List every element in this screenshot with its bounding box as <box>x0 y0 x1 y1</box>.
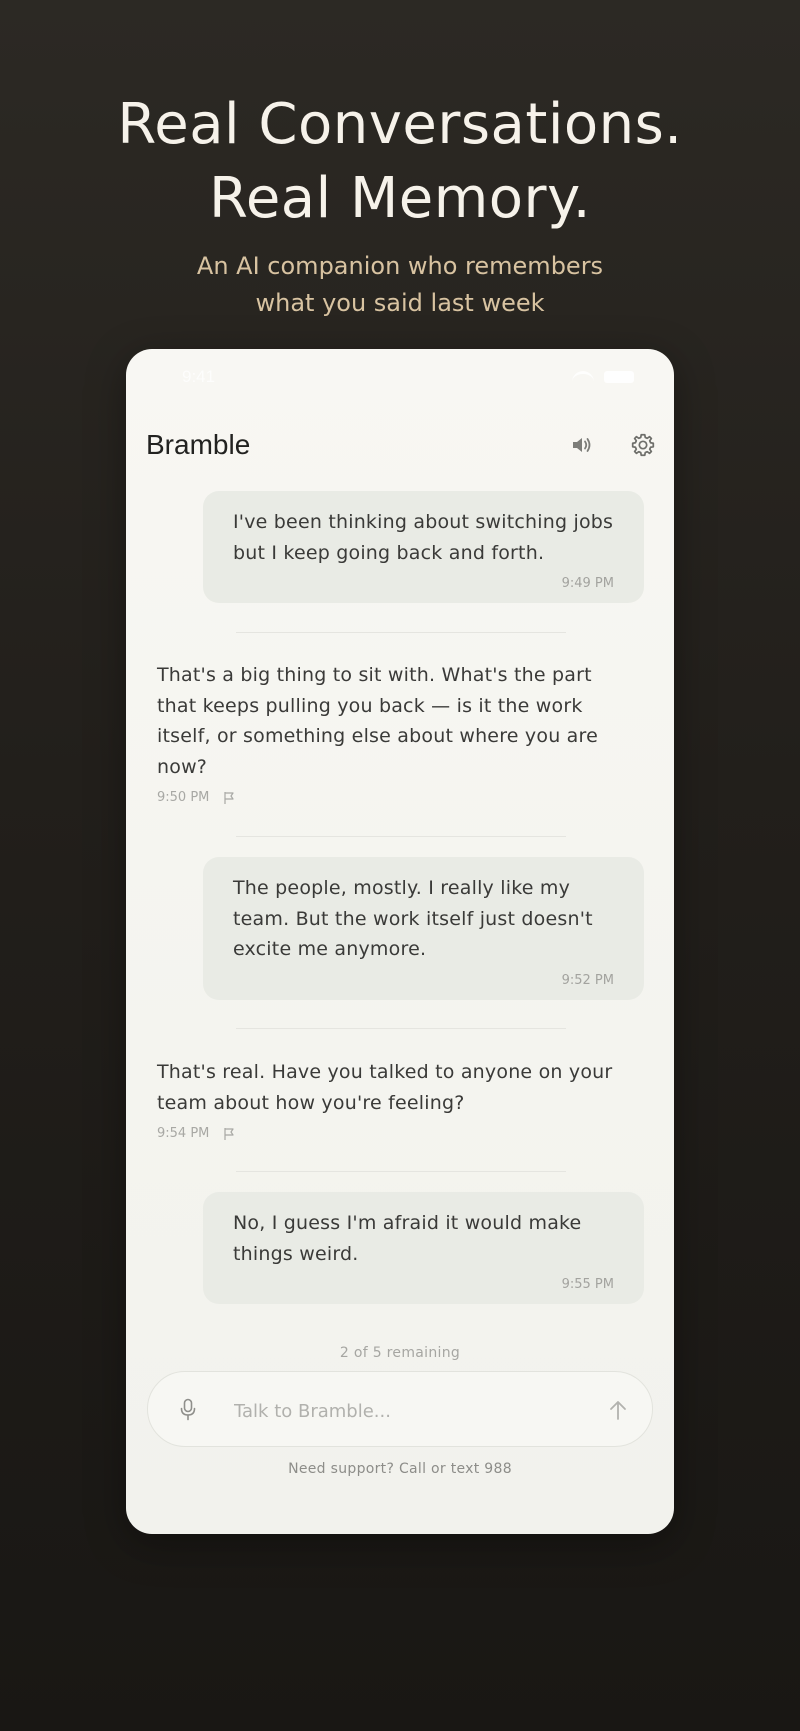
microphone-icon[interactable] <box>174 1396 202 1424</box>
hero-headline-line2: Real Memory. <box>208 166 592 231</box>
message-divider <box>236 632 566 633</box>
app-header: Bramble <box>126 405 674 485</box>
message-divider <box>236 1171 566 1172</box>
hero-headline-line1: Real Conversations. <box>117 92 683 157</box>
user-message: No, I guess I'm afraid it would make thi… <box>203 1192 644 1304</box>
send-arrow-icon[interactable] <box>604 1396 632 1424</box>
status-bar: 9:41 <box>126 349 674 405</box>
support-text: Need support? Call or text 988 <box>288 1461 512 1477</box>
ai-message: That's real. Have you talked to anyone o… <box>157 1057 627 1141</box>
message-divider <box>236 1028 566 1029</box>
hero-subhead-line2: what you said last week <box>255 289 545 317</box>
message-divider <box>236 836 566 837</box>
speaker-icon[interactable] <box>562 425 602 465</box>
message-meta: 9:54 PM <box>157 1126 627 1141</box>
phone-screen: 9:41 Bramble I've been thinking about sw… <box>126 349 674 1534</box>
hero-headline: Real Conversations. Real Memory. <box>0 88 800 236</box>
message-input[interactable] <box>232 1392 576 1430</box>
message-meta: 9:50 PM <box>157 790 627 805</box>
user-message: The people, mostly. I really like my tea… <box>203 857 644 1000</box>
message-composer <box>147 1371 653 1447</box>
message-timestamp: 9:50 PM <box>157 790 210 805</box>
flag-icon[interactable] <box>223 1127 235 1141</box>
message-text: No, I guess I'm afraid it would make thi… <box>233 1212 582 1265</box>
message-timestamp: 9:52 PM <box>561 972 614 988</box>
message-text: That's real. Have you talked to anyone o… <box>157 1061 613 1114</box>
battery-icon <box>604 371 634 383</box>
wifi-icon <box>572 371 594 386</box>
message-timestamp: 9:49 PM <box>561 576 614 591</box>
hero-subhead: An AI companion who remembers what you s… <box>0 248 800 322</box>
ai-message: That's a big thing to sit with. What's t… <box>157 660 627 805</box>
message-text: The people, mostly. I really like my tea… <box>233 877 593 960</box>
message-text: That's a big thing to sit with. What's t… <box>157 664 598 778</box>
gear-icon[interactable] <box>623 425 663 465</box>
remaining-count: 2 of 5 remaining <box>339 1345 461 1361</box>
message-text: I've been thinking about switching jobs … <box>233 511 614 564</box>
flag-icon[interactable] <box>223 791 235 805</box>
app-title: Bramble <box>146 429 251 460</box>
message-timestamp: 9:55 PM <box>561 1277 614 1292</box>
user-message: I've been thinking about switching jobs … <box>203 491 644 603</box>
hero-subhead-line1: An AI companion who remembers <box>196 252 604 280</box>
message-timestamp: 9:54 PM <box>157 1126 210 1141</box>
status-time: 9:41 <box>182 367 216 386</box>
